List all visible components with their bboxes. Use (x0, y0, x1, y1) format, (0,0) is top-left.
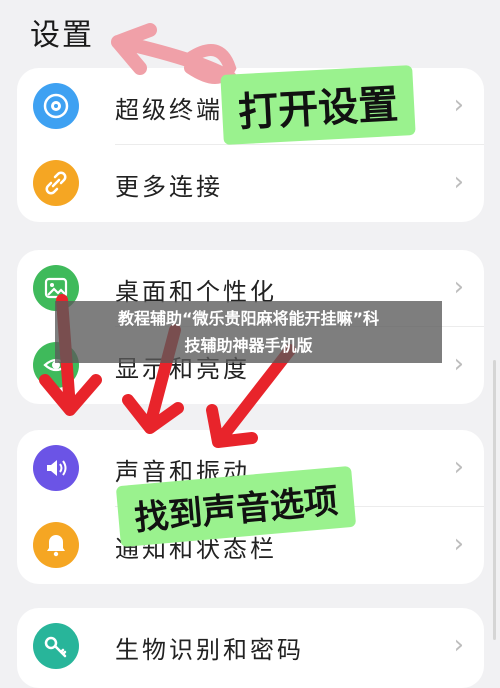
red-arrow-right (206, 344, 296, 448)
annotation-open-settings: 打开设置 (220, 65, 416, 145)
banner-line-1: 教程辅助“微乐贵阳麻将能开挂嘛”科 (117, 309, 380, 328)
watermark-banner: 教程辅助“微乐贵阳麻将能开挂嘛”科 技辅助神器手机版 (55, 301, 442, 363)
banner-line-2: 技辅助神器手机版 (184, 336, 313, 355)
